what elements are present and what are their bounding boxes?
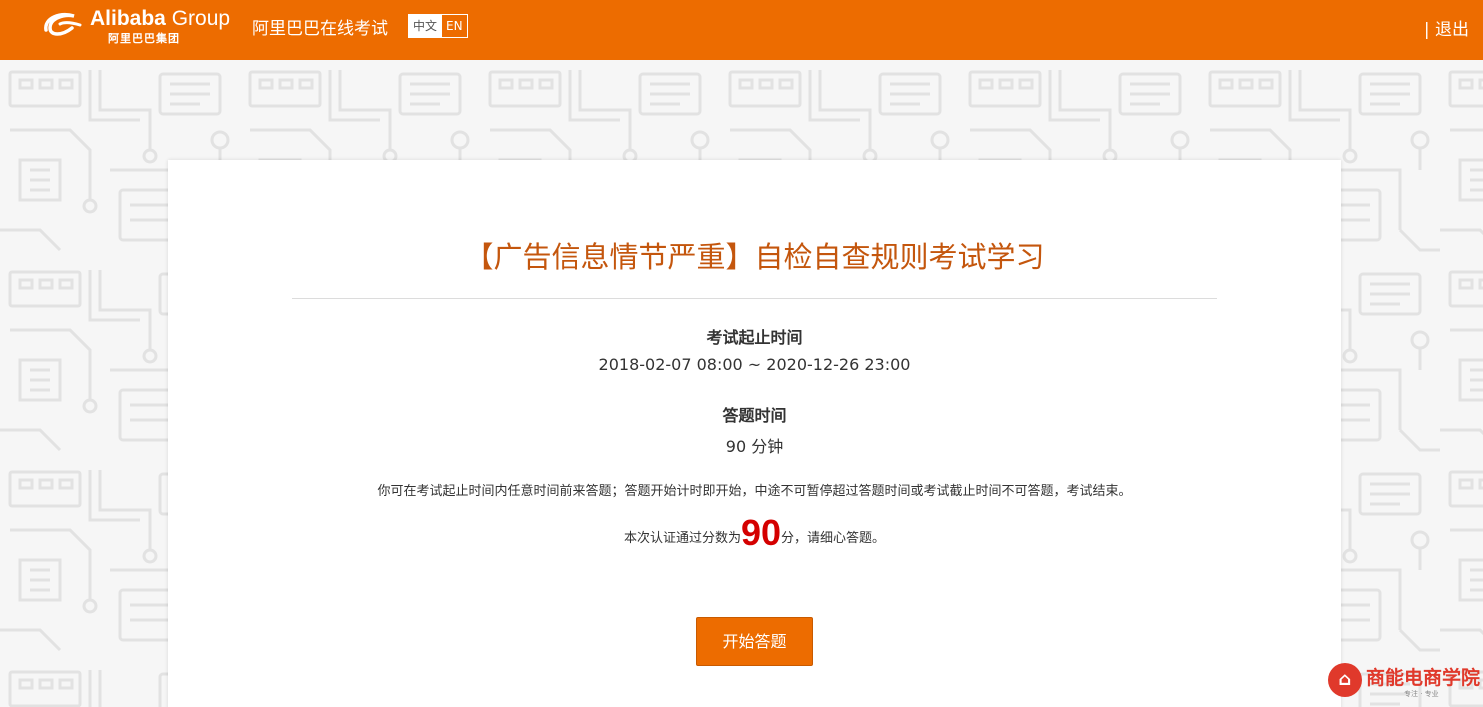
alibaba-smile-icon	[44, 13, 82, 36]
brand-sub: 阿里巴巴集团	[108, 32, 180, 45]
exam-card: 【广告信息情节严重】自检自查规则考试学习 考试起止时间 2018-02-07 0…	[168, 160, 1341, 707]
pass-suffix: 分，请细心答题。	[781, 531, 886, 546]
site-title: 阿里巴巴在线考试	[252, 19, 388, 39]
language-switch: 中文 EN	[408, 14, 468, 38]
exam-period-value: 2018-02-07 08:00 ~ 2020-12-26 23:00	[598, 355, 911, 374]
exam-title: 【广告信息情节严重】自检自查规则考试学习	[464, 240, 1045, 274]
logout-link[interactable]: | 退出	[1424, 15, 1469, 40]
duration-value: 90 分钟	[725, 437, 784, 456]
pass-prefix: 本次认证通过分数为	[623, 531, 741, 546]
alibaba-logo[interactable]: Alibaba Group 阿里巴巴集团	[40, 6, 240, 46]
pass-score-line: 本次认证通过分数为90分，请细心答题。	[168, 512, 1341, 554]
exam-instructions: 你可在考试起止时间内任意时间前来答题；答题开始计时即开始，中途不可暂停超过答题时…	[377, 484, 1132, 499]
start-exam-button[interactable]: 开始答题	[696, 617, 813, 666]
lang-en-button[interactable]: EN	[441, 15, 467, 37]
college-name: 商能电商学院	[1366, 667, 1481, 689]
pass-score: 90	[740, 512, 782, 553]
title-divider	[292, 298, 1217, 299]
college-watermark: ⌂ 商能电商学院 专注 · 专业	[1328, 663, 1480, 701]
top-header: Alibaba Group 阿里巴巴集团 阿里巴巴在线考试 中文 EN | 退出	[0, 0, 1483, 60]
exam-period-label: 考试起止时间	[706, 328, 803, 347]
lang-zh-button[interactable]: 中文	[409, 15, 442, 37]
brand-name: Alibaba Group	[90, 7, 231, 30]
college-slogan: 专注 · 专业	[1404, 690, 1439, 698]
college-logo-icon: ⌂	[1328, 663, 1362, 697]
duration-label: 答题时间	[722, 406, 787, 425]
